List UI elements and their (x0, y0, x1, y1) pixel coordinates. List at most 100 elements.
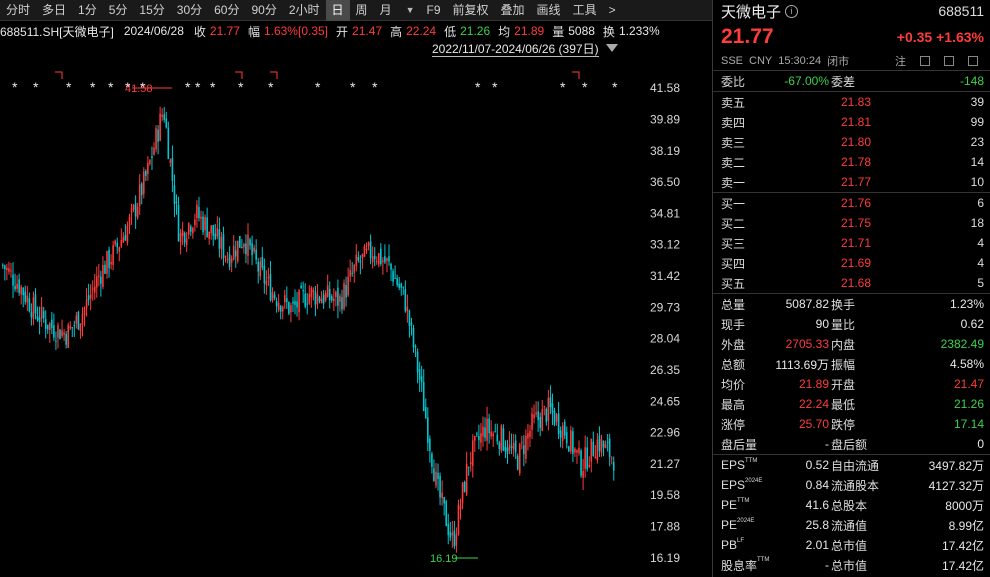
event-marker-icon[interactable]: * (350, 79, 356, 95)
toolbar-item-6[interactable]: 60分 (208, 0, 245, 21)
settings-icon[interactable] (968, 56, 978, 66)
event-marker-icon[interactable]: * (238, 79, 244, 95)
toolbar-item-2[interactable]: 1分 (72, 0, 103, 21)
event-marker-icon[interactable]: * (33, 79, 39, 95)
bracket-marker-icon[interactable] (55, 71, 63, 79)
event-marker-icon[interactable]: * (612, 79, 618, 95)
info-icon[interactable]: i (785, 4, 799, 18)
event-marker-icon[interactable]: * (140, 79, 146, 95)
event-marker-icon[interactable]: * (560, 79, 566, 95)
event-marker-icon[interactable]: * (108, 79, 114, 95)
toolbar-item-8[interactable]: 2小时 (283, 0, 326, 21)
candle-body (576, 450, 578, 453)
period-toolbar: 分时 多日 1分 5分 15分 30分 60分 90分 2小时日周月 ▼ F9 前复权 叠加 画线 工具 > (0, 0, 712, 21)
event-marker-icon[interactable]: * (195, 79, 201, 95)
stat-value: 25.70 (798, 417, 829, 431)
toolbar-item-14[interactable]: 叠加 (495, 0, 531, 21)
event-marker-icon[interactable]: * (12, 79, 18, 95)
currency: CNY (749, 55, 773, 67)
candle-body (541, 409, 544, 431)
toolbar-item-1[interactable]: 多日 (36, 0, 72, 21)
candle-body (51, 319, 53, 328)
event-marker-icon[interactable]: * (210, 79, 216, 95)
grid-icon[interactable] (944, 56, 954, 66)
candle-body (612, 462, 615, 471)
candle-body (183, 233, 186, 243)
event-marker-icon[interactable]: * (90, 79, 96, 95)
date-range-selector[interactable]: 2022/11/07-2024/06/26 (397日) (432, 41, 599, 57)
toolbar-item-10[interactable]: 周 (350, 0, 374, 21)
event-marker-icon[interactable]: * (582, 79, 588, 95)
toolbar-item-15[interactable]: 画线 (531, 0, 567, 21)
event-marker-icon[interactable]: * (125, 79, 131, 95)
candle-body (418, 369, 421, 380)
note-button[interactable]: 注 (895, 53, 906, 69)
range-dropdown-icon[interactable] (606, 44, 618, 52)
toolbar-item-16[interactable]: 工具 (567, 0, 603, 21)
stat-value: 0.62 (960, 317, 984, 331)
stat-value: 0 (977, 437, 984, 451)
candle-body (351, 272, 354, 274)
candle-body (279, 306, 282, 312)
order-price: 21.80 (840, 135, 871, 149)
y-tick-label: 33.12 (650, 238, 680, 252)
bracket-marker-icon[interactable] (270, 71, 278, 79)
candle-body (22, 288, 25, 296)
order-row: 买三 21.71 4 (713, 233, 990, 253)
candle-body (355, 254, 358, 266)
y-tick-label: 31.42 (650, 269, 680, 283)
fund-label-sup: 2024E (737, 518, 755, 524)
period-dropdown-icon[interactable]: ▼ (400, 0, 421, 21)
order-row: 买二 21.75 18 (713, 213, 990, 233)
toolbar-item-11[interactable]: 月 (374, 0, 398, 21)
toolbar-item-9[interactable]: 日 (325, 0, 350, 21)
stat-label: 盘后额 (831, 437, 868, 452)
event-marker-icon[interactable]: * (268, 79, 274, 95)
candle-body (578, 447, 580, 454)
candle-body (380, 248, 382, 265)
toolbar-item-4[interactable]: 15分 (133, 0, 170, 21)
fund-row: PE2024E 25.8 流通值 8.99亿 (713, 515, 990, 535)
order-row: 卖四 21.81 99 (713, 112, 990, 132)
quote-date: 2024/06/28 (123, 24, 184, 38)
candle-body (565, 432, 568, 444)
stat-label: 最低 (831, 397, 856, 412)
price-change: +0.35 (896, 29, 933, 45)
toolbar-item-13[interactable]: 前复权 (447, 0, 495, 21)
candle-body (320, 298, 323, 304)
order-row: 买一 21.76 6 (713, 193, 990, 213)
event-marker-icon[interactable]: * (475, 79, 481, 95)
toolbar-item-17[interactable]: > (603, 0, 622, 21)
candle-body (173, 185, 176, 205)
kline-chart[interactable]: 41.58 39.89 38.19 36.50 34.81 33.12 31.42 29.73… (0, 58, 712, 577)
event-marker-icon[interactable]: * (492, 79, 498, 95)
toolbar-item-7[interactable]: 90分 (245, 0, 282, 21)
candle-body (437, 472, 439, 479)
bracket-marker-icon[interactable] (572, 71, 580, 79)
fund-label-sup: TTM (737, 498, 750, 504)
candle-body (14, 286, 16, 290)
order-price: 21.76 (840, 196, 871, 210)
candle-body (610, 457, 613, 459)
y-tick-label: 39.89 (650, 112, 680, 126)
event-marker-icon[interactable]: * (372, 79, 378, 95)
bracket-marker-icon[interactable] (235, 71, 243, 79)
candle-body (488, 418, 490, 434)
toolbar-item-5[interactable]: 30分 (171, 0, 208, 21)
candle-body (484, 427, 486, 438)
candle-body (433, 468, 435, 482)
open-label: 开 (336, 24, 349, 39)
candle-body (275, 301, 278, 307)
candle-body (316, 293, 319, 305)
edit-icon[interactable] (920, 56, 930, 66)
event-marker-icon[interactable]: * (66, 79, 72, 95)
toolbar-item-0[interactable]: 分时 (0, 0, 36, 21)
event-marker-icon[interactable]: * (315, 79, 321, 95)
candle-body (555, 414, 558, 422)
toolbar-item-3[interactable]: 5分 (103, 0, 134, 21)
candle-body (142, 171, 145, 195)
event-marker-icon[interactable]: * (185, 79, 191, 95)
candle-body (514, 440, 517, 453)
toolbar-item-12[interactable]: F9 (421, 0, 447, 21)
candle-body (304, 293, 307, 307)
